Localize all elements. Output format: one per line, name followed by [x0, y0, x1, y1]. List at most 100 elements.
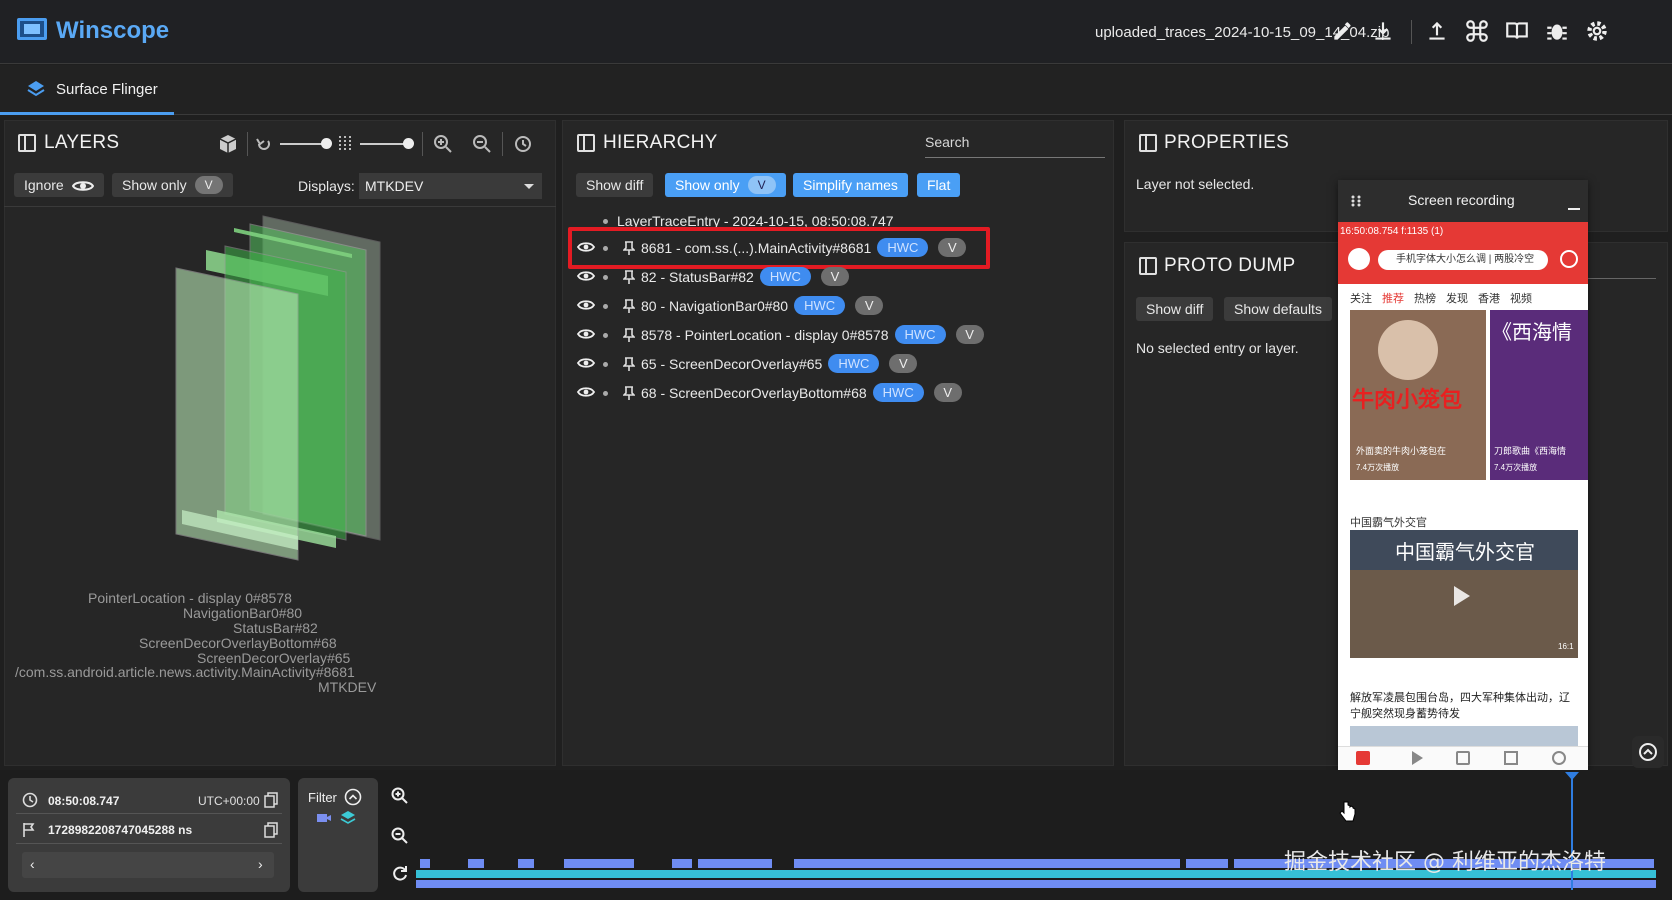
eye-icon[interactable] — [577, 270, 595, 282]
expand-timeline-button[interactable] — [1632, 736, 1664, 768]
proto-show-diff-button[interactable]: Show diff — [1136, 297, 1214, 321]
eye-icon[interactable] — [577, 386, 595, 398]
timeline-entry[interactable] — [698, 859, 772, 868]
zoom-in-icon[interactable] — [432, 133, 454, 155]
command-icon[interactable] — [1464, 18, 1490, 44]
next-entry-chevron-right-icon[interactable]: › — [258, 856, 263, 872]
timeline-entry[interactable] — [794, 859, 1180, 868]
eye-icon[interactable] — [577, 328, 595, 340]
tree-node-dot — [603, 304, 608, 309]
hierarchy-show-only-button[interactable]: Show only V — [665, 173, 786, 197]
screen-recording-window[interactable]: Screen recording 16:50:08.754 f:1135 (1)… — [1338, 180, 1588, 770]
rotation-slider-thumb[interactable] — [321, 138, 332, 149]
simplify-names-button[interactable]: Simplify names — [793, 173, 908, 197]
hierarchy-show-diff-button[interactable]: Show diff — [576, 173, 654, 197]
category-tab[interactable]: 发现 — [1446, 290, 1468, 306]
time-controls-card: 08:50:08.747 UTC+00:00 17289822087470452… — [8, 778, 290, 892]
pin-icon[interactable] — [623, 298, 635, 314]
layer-label[interactable]: ScreenDecorOverlayBottom#68 — [139, 635, 337, 651]
layer-label[interactable]: /com.ss.android.article.news.activity.Ma… — [15, 664, 355, 680]
category-tab[interactable]: 视频 — [1510, 290, 1532, 306]
pin-icon[interactable] — [623, 356, 635, 372]
collapse-panel-icon[interactable] — [577, 134, 595, 152]
reset-zoom-icon[interactable] — [390, 864, 410, 884]
layers-show-only-button[interactable]: Show only V — [112, 173, 233, 197]
filter-label[interactable]: Filter — [308, 790, 337, 805]
publish-icon[interactable] — [1560, 250, 1578, 268]
tab-label: Surface Flinger — [56, 81, 158, 98]
zoom-out-icon[interactable] — [471, 133, 493, 155]
book-icon[interactable] — [1504, 18, 1530, 44]
pin-icon[interactable] — [623, 327, 635, 343]
winscope-logo-icon — [17, 18, 47, 40]
video-tab-icon[interactable] — [1412, 751, 1423, 765]
timeline-entry[interactable] — [468, 859, 484, 868]
category-tab[interactable]: 推荐 — [1382, 290, 1404, 306]
timeline-entry[interactable] — [1186, 859, 1228, 868]
display-select[interactable]: MTKDEV — [359, 173, 542, 199]
timeline-entry[interactable] — [672, 859, 692, 868]
timeline-entry[interactable] — [420, 859, 430, 868]
profile-icon[interactable] — [1552, 751, 1566, 765]
show-defaults-button[interactable]: Show defaults — [1224, 297, 1332, 321]
category-tab[interactable]: 香港 — [1478, 290, 1500, 306]
zoom-in-icon[interactable] — [390, 786, 410, 806]
eye-icon[interactable] — [577, 241, 595, 253]
category-tab[interactable]: 热榜 — [1414, 290, 1436, 306]
category-tab[interactable]: 关注 — [1350, 290, 1372, 306]
pin-icon[interactable] — [623, 240, 635, 256]
task-icon[interactable] — [1456, 751, 1470, 765]
video-thumbnail-1[interactable]: 牛肉小笼包 外面卖的牛肉小笼包在 7.4万次播放 — [1350, 310, 1486, 480]
collapse-panel-icon[interactable] — [18, 134, 36, 152]
timeline-entry[interactable] — [564, 859, 634, 868]
flat-button[interactable]: Flat — [917, 173, 961, 197]
edit-icon[interactable] — [1330, 18, 1356, 44]
bug-icon[interactable] — [1544, 18, 1570, 44]
timestamp-field[interactable]: 08:50:08.747 UTC+00:00 — [16, 786, 282, 814]
eye-icon[interactable] — [577, 357, 595, 369]
rotate-icon[interactable] — [254, 134, 274, 154]
thumbnail-views: 7.4万次播放 — [1494, 463, 1538, 472]
zoom-out-icon[interactable] — [390, 826, 410, 846]
screen-recording-header[interactable]: Screen recording — [1338, 180, 1588, 222]
news-headline[interactable]: 解放军凌晨包围台岛，四大军种集体出动，辽宁舰突然现身蓄势待发 — [1350, 690, 1578, 722]
video-thumbnail-2[interactable]: 《西海情 刀郎歌曲《西海情 7.4万次播放 — [1490, 310, 1588, 480]
layer-label[interactable]: StatusBar#82 — [233, 620, 318, 636]
screen-recording-track[interactable] — [416, 880, 1656, 888]
pin-icon[interactable] — [623, 269, 635, 285]
ignore-button[interactable]: Ignore — [14, 173, 104, 197]
upload-icon[interactable] — [1424, 18, 1450, 44]
previous-entry-chevron-left-icon[interactable]: ‹ — [30, 856, 35, 872]
app-search-bar[interactable]: 手机字体大小怎么调 | 两股冷空 — [1378, 250, 1548, 270]
home-icon[interactable] — [1356, 751, 1370, 765]
minimize-icon[interactable] — [1568, 208, 1580, 210]
eye-icon[interactable] — [577, 299, 595, 311]
ns-timestamp-field[interactable]: 1728982208747045288 ns — [16, 816, 282, 844]
drag-handle-icon[interactable] — [1350, 194, 1362, 208]
layers-3d-view[interactable] — [170, 210, 390, 600]
download-icon[interactable] — [1370, 18, 1396, 44]
app-search-text: 手机字体大小怎么调 | 两股冷空 — [1396, 254, 1535, 265]
layer-label[interactable]: NavigationBar0#80 — [183, 605, 302, 621]
collapse-panel-icon[interactable] — [1139, 134, 1157, 152]
hand-cursor-icon — [1339, 801, 1356, 822]
settings-icon[interactable] — [1584, 18, 1610, 44]
chevron-up-circle-icon[interactable] — [344, 788, 362, 806]
message-icon[interactable] — [1504, 751, 1518, 765]
layer-label[interactable]: PointerLocation - display 0#8578 — [88, 590, 292, 606]
reset-history-icon[interactable] — [512, 133, 534, 155]
pin-icon[interactable] — [623, 385, 635, 401]
toolbar-divider — [502, 132, 503, 156]
timeline-entry[interactable] — [518, 859, 534, 868]
copy-icon[interactable] — [264, 792, 278, 808]
watermark-text: 掘金技术社区 @ 利维亚的杰洛特 — [1284, 850, 1606, 875]
timeline-cursor-handle[interactable] — [1565, 772, 1579, 780]
video-player[interactable]: 中国霸气外交官 16:1 — [1350, 530, 1578, 658]
tab-surface-flinger[interactable]: Surface Flinger — [0, 65, 174, 115]
copy-icon[interactable] — [264, 822, 278, 838]
cube-icon[interactable] — [217, 133, 239, 155]
collapse-panel-icon[interactable] — [1139, 257, 1157, 275]
layer-label[interactable]: MTKDEV — [318, 679, 376, 695]
play-icon[interactable] — [1454, 586, 1470, 606]
spacing-slider-thumb[interactable] — [403, 138, 414, 149]
